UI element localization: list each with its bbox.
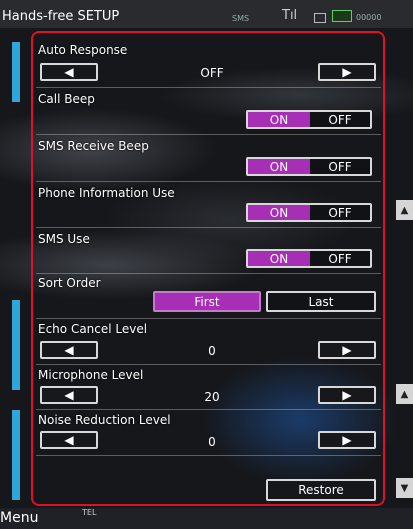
footer-bar: Menu TEL [0,508,413,529]
sms-receive-beep-label: SMS Receive Beep [38,139,149,153]
right-arrow-icon: ▶ [342,343,352,357]
restore-button[interactable]: Restore [266,479,376,501]
right-arrow-icon: ▶ [342,388,352,402]
left-arrow-icon: ◀ [64,343,74,357]
page-up-button[interactable]: ▲ [396,384,413,404]
signal-icon: Tıl [282,8,298,23]
phone-information-use-label: Phone Information Use [38,186,175,200]
microphone-level-label: Microphone Level [38,368,144,382]
right-arrow-icon: ▶ [342,65,352,79]
sms-receive-beep-off-button[interactable]: OFF [310,159,370,174]
noise-reduction-left-button[interactable]: ◀ [40,431,98,449]
microphone-left-button[interactable]: ◀ [40,386,98,404]
sms-use-on-button[interactable]: ON [248,251,310,266]
tel-indicator: TEL [82,508,97,517]
sms-status-icon: SMS [232,14,250,23]
auto-response-left-button[interactable]: ◀ [40,63,98,81]
left-arrow-icon: ◀ [64,433,74,447]
phone-status-icon [314,13,326,23]
call-beep-label: Call Beep [38,92,95,106]
echo-cancel-left-button[interactable]: ◀ [40,341,98,359]
divider [36,318,381,319]
sms-receive-beep-on-button[interactable]: ON [248,159,310,174]
up-arrow-icon: ▲ [400,204,409,216]
left-accent-strip-bottom [12,410,20,500]
divider [36,134,381,135]
battery-icon [332,10,352,22]
divider [36,181,381,182]
auto-response-right-button[interactable]: ▶ [318,63,376,81]
header-bar: Hands-free SETUP SMS Tıl 00000 [0,0,413,28]
divider [36,273,381,274]
down-arrow-icon: ▼ [400,482,409,494]
sort-first-button[interactable]: First [153,291,261,312]
divider [36,364,381,365]
echo-cancel-level-label: Echo Cancel Level [38,322,148,336]
sort-last-button[interactable]: Last [266,291,376,312]
auto-response-label: Auto Response [38,43,128,57]
menu-button[interactable]: Menu [0,510,38,526]
phone-information-use-on-button[interactable]: ON [248,205,310,220]
divider [36,87,381,88]
noise-reduction-level-label: Noise Reduction Level [38,413,171,427]
scroll-down-button[interactable]: ▼ [396,478,413,498]
sms-use-toggle[interactable]: ON OFF [246,249,372,268]
microphone-value: 20 [204,390,220,404]
left-accent-strip-mid [12,300,20,390]
divider [36,455,381,456]
call-beep-toggle[interactable]: ON OFF [246,110,372,129]
divider [36,227,381,228]
sort-order-label: Sort Order [38,276,101,290]
left-accent-strip-top [12,42,20,102]
auto-response-value: OFF [200,66,224,80]
sms-use-label: SMS Use [38,232,90,246]
echo-cancel-value: 0 [208,344,216,358]
noise-reduction-right-button[interactable]: ▶ [318,431,376,449]
phone-information-use-toggle[interactable]: ON OFF [246,203,372,222]
sms-use-off-button[interactable]: OFF [310,251,370,266]
noise-reduction-value: 0 [208,435,216,449]
up-arrow-icon: ▲ [400,388,409,400]
page-title: Hands-free SETUP [2,9,120,24]
scroll-up-button[interactable]: ▲ [396,200,413,220]
status-indicator: 00000 [356,13,382,22]
sms-receive-beep-toggle[interactable]: ON OFF [246,157,372,176]
microphone-right-button[interactable]: ▶ [318,386,376,404]
right-arrow-icon: ▶ [342,433,352,447]
left-arrow-icon: ◀ [64,65,74,79]
echo-cancel-right-button[interactable]: ▶ [318,341,376,359]
left-arrow-icon: ◀ [64,388,74,402]
phone-information-use-off-button[interactable]: OFF [310,205,370,220]
call-beep-on-button[interactable]: ON [248,112,310,127]
call-beep-off-button[interactable]: OFF [310,112,370,127]
divider [36,409,381,410]
